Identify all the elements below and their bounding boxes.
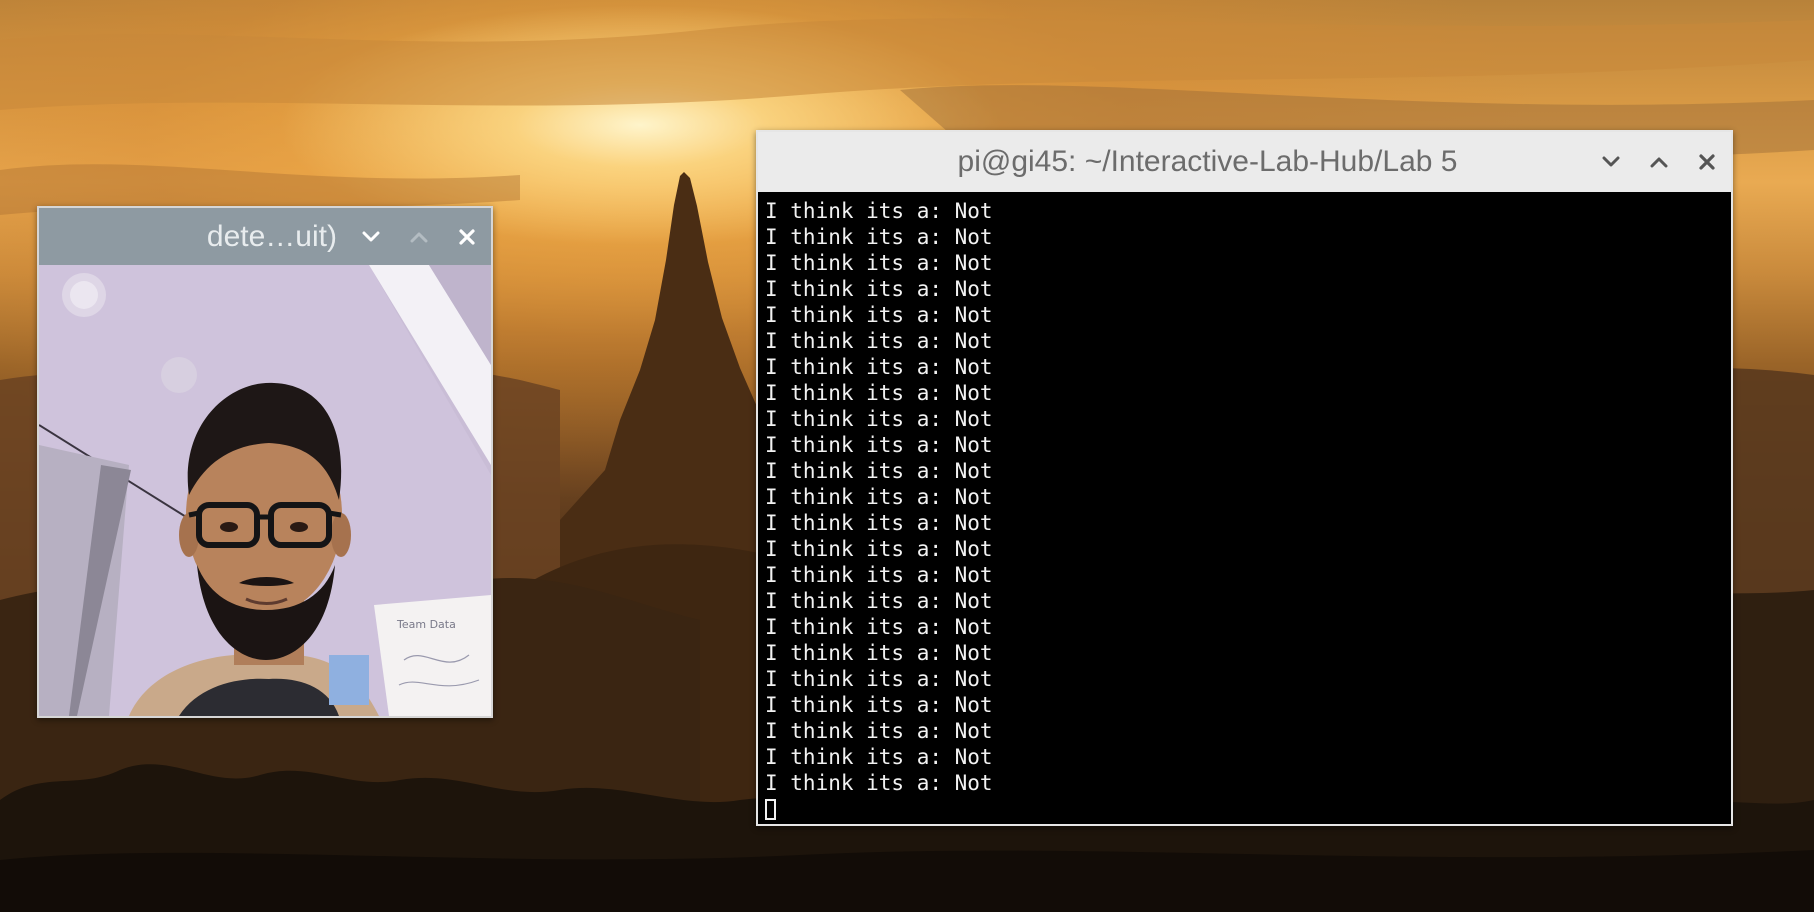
terminal-line: I think its a: Not: [765, 251, 993, 275]
terminal-window[interactable]: pi@gi45: ~/Interactive-Lab-Hub/Lab 5 I t…: [756, 130, 1733, 826]
terminal-line: I think its a: Not: [765, 277, 993, 301]
terminal-prompt-line[interactable]: [765, 796, 1731, 822]
terminal-line: I think its a: Not: [765, 771, 993, 795]
webcam-image: Team Data: [39, 265, 491, 716]
maximize-button[interactable]: [1635, 140, 1683, 184]
camera-window-title: dete…uit): [206, 219, 337, 253]
text-cursor: [765, 799, 776, 820]
terminal-window-title: pi@gi45: ~/Interactive-Lab-Hub/Lab 5: [957, 145, 1458, 178]
terminal-line: I think its a: Not: [765, 693, 993, 717]
terminal-window-titlebar[interactable]: pi@gi45: ~/Interactive-Lab-Hub/Lab 5: [758, 132, 1731, 192]
terminal-line: I think its a: Not: [765, 641, 993, 665]
terminal-line: I think its a: Not: [765, 511, 993, 535]
terminal-line: I think its a: Not: [765, 225, 993, 249]
terminal-line: I think its a: Not: [765, 485, 993, 509]
terminal-line: I think its a: Not: [765, 199, 993, 223]
terminal-line: I think its a: Not: [765, 589, 993, 613]
camera-window-titlebar[interactable]: dete…uit): [39, 208, 491, 265]
close-icon: [459, 228, 475, 245]
desktop: dete…uit) Team Data pi@gi45: ~/Interacti…: [0, 0, 1814, 912]
terminal-line: I think its a: Not: [765, 719, 993, 743]
camera-window[interactable]: dete…uit) Team Data: [37, 206, 493, 718]
chevron-up-icon: [1650, 157, 1668, 168]
terminal-line: I think its a: Not: [765, 329, 993, 353]
terminal-line: I think its a: Not: [765, 355, 993, 379]
terminal-line: I think its a: Not: [765, 407, 993, 431]
chevron-down-icon: [362, 231, 380, 241]
terminal-line: I think its a: Not: [765, 563, 993, 587]
terminal-output[interactable]: I think its a: Not I think its a: Not I …: [758, 192, 1731, 824]
terminal-line: I think its a: Not: [765, 381, 993, 405]
terminal-line: I think its a: Not: [765, 303, 993, 327]
minimize-button[interactable]: [1587, 140, 1635, 184]
terminal-line: I think its a: Not: [765, 433, 993, 457]
chevron-up-icon: [410, 232, 428, 242]
svg-text:Team Data: Team Data: [396, 618, 456, 631]
chevron-down-icon: [1602, 156, 1620, 167]
camera-window-controls: [347, 215, 491, 259]
camera-feed: Team Data: [39, 265, 491, 716]
close-icon: [1699, 154, 1715, 170]
terminal-line: I think its a: Not: [765, 667, 993, 691]
close-button[interactable]: [1683, 140, 1731, 184]
minimize-button[interactable]: [347, 215, 395, 259]
terminal-window-controls: [1587, 140, 1731, 184]
maximize-button[interactable]: [395, 215, 443, 259]
terminal-line: I think its a: Not: [765, 745, 993, 769]
terminal-line: I think its a: Not: [765, 459, 993, 483]
terminal-line: I think its a: Not: [765, 537, 993, 561]
terminal-line: I think its a: Not: [765, 615, 993, 639]
close-button[interactable]: [443, 215, 491, 259]
